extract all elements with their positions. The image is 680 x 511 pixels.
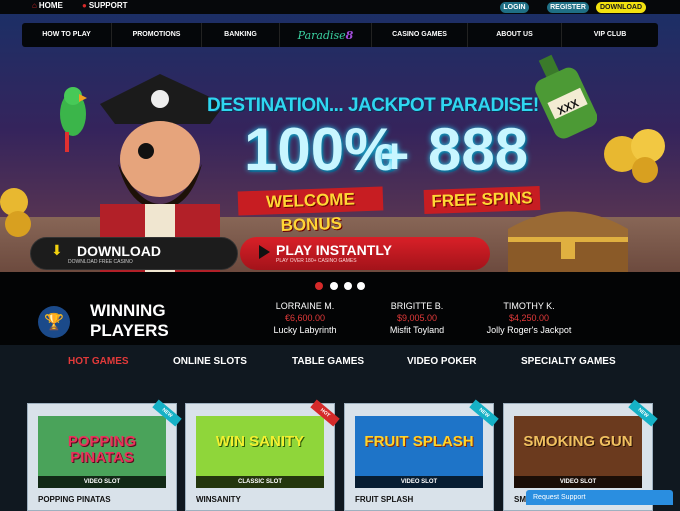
carousel-dot-4[interactable]: [357, 282, 365, 290]
game-name[interactable]: WINSANITY: [196, 495, 241, 504]
winner-name: TIMOTHY K.: [503, 301, 555, 311]
download-button-sub: DOWNLOAD FREE CASINO: [68, 259, 133, 265]
download-icon: ⬇: [51, 242, 63, 258]
winner-entry: BRIGITTE B. $9,005.00 Misfit Toyland: [357, 300, 477, 336]
carousel-dot-3[interactable]: [344, 282, 352, 290]
carousel-dot-1[interactable]: [315, 282, 323, 290]
winning-players-title: WINNING PLAYERS: [90, 301, 169, 340]
login-button[interactable]: LOGIN: [500, 2, 529, 13]
winner-name: LORRAINE M.: [275, 301, 335, 311]
download-top-button[interactable]: DOWNLOAD: [596, 2, 646, 13]
winner-amount: €6,600.00: [284, 313, 326, 323]
welcome-bonus-ribbon: WELCOME BONUS: [237, 186, 384, 235]
play-icon: [259, 245, 270, 259]
tab-video-poker[interactable]: VIDEO POKER: [407, 356, 476, 367]
game-name[interactable]: POPPING PINATAS: [38, 495, 111, 504]
free-spins-ribbon: FREE SPINS: [423, 185, 541, 215]
nav-casino-games[interactable]: CASINO GAMES: [372, 23, 468, 47]
home-icon: ⌂: [32, 1, 37, 10]
tab-specialty-games[interactable]: SPECIALTY GAMES: [521, 356, 616, 367]
winner-entry: LORRAINE M. €6,600.00 Lucky Labyrinth: [245, 300, 365, 336]
download-button-label: DOWNLOAD: [77, 243, 161, 259]
logo-number: 8: [345, 28, 354, 42]
support-label: SUPPORT: [88, 1, 128, 10]
home-link[interactable]: ⌂ HOME: [32, 1, 63, 10]
game-thumbnail[interactable]: SMOKING GUN VIDEO SLOT: [514, 416, 642, 488]
play-instantly-button[interactable]: PLAY INSTANTLY PLAY OVER 180+ CASINO GAM…: [240, 237, 490, 270]
tab-online-slots[interactable]: ONLINE SLOTS: [173, 356, 247, 367]
game-type-tag: VIDEO SLOT: [355, 476, 483, 488]
hero-headline: DESTINATION... JACKPOT PARADISE!: [207, 95, 539, 116]
winner-game[interactable]: Jolly Roger's Jackpot: [469, 324, 589, 336]
game-thumbnail-title: FRUIT SPLASH: [364, 433, 474, 450]
winner-amount: $4,250.00: [508, 313, 550, 323]
nav-vip-club[interactable]: VIP CLUB: [562, 23, 658, 47]
paradise8-logo[interactable]: Paradise 8: [280, 23, 372, 47]
winner-game[interactable]: Lucky Labyrinth: [245, 324, 365, 336]
hero-banner: XXX DESTINATION... JACKPOT PARADISE! 100…: [0, 14, 680, 272]
game-name[interactable]: FRUIT SPLASH: [355, 495, 413, 504]
register-button[interactable]: REGISTER: [547, 2, 589, 13]
bonus-plus: +: [380, 128, 410, 184]
bonus-percent: 100%: [244, 116, 398, 183]
game-card[interactable]: FRUIT SPLASH VIDEO SLOT NEW FRUIT SPLASH: [344, 399, 499, 511]
game-thumbnail[interactable]: WIN SANITY CLASSIC SLOT: [196, 416, 324, 488]
game-type-tag: VIDEO SLOT: [38, 476, 166, 488]
tab-table-games[interactable]: TABLE GAMES: [292, 356, 364, 367]
game-type-tag: VIDEO SLOT: [514, 476, 642, 488]
winner-entry: TIMOTHY K. $4,250.00 Jolly Roger's Jackp…: [469, 300, 589, 336]
game-thumbnail-title: WIN SANITY: [215, 433, 305, 450]
parrot-illustration: [60, 87, 87, 152]
trophy-icon: 🏆: [38, 306, 70, 338]
gold-coins-right: [604, 129, 665, 183]
game-thumbnail[interactable]: POPPING PINATAS VIDEO SLOT: [38, 416, 166, 488]
tab-hot-games[interactable]: HOT GAMES: [68, 356, 129, 367]
game-thumbnail[interactable]: FRUIT SPLASH VIDEO SLOT: [355, 416, 483, 488]
winner-name: BRIGITTE B.: [390, 301, 444, 311]
support-link[interactable]: ● SUPPORT: [82, 1, 128, 10]
gold-coins-left: [0, 188, 31, 237]
game-thumbnail-title: POPPING PINATAS: [67, 433, 137, 466]
winner-game[interactable]: Misfit Toyland: [357, 324, 477, 336]
nav-how-to-play[interactable]: HOW TO PLAY: [22, 23, 112, 47]
play-button-label: PLAY INSTANTLY: [276, 242, 392, 258]
top-bar: ⌂ HOME ● SUPPORT LOGIN REGISTER DOWNLOAD: [0, 0, 680, 14]
game-type-tag: CLASSIC SLOT: [196, 476, 324, 488]
home-label: HOME: [38, 1, 63, 10]
logo-text: Paradise: [297, 28, 346, 42]
nav-promotions[interactable]: PROMOTIONS: [112, 23, 202, 47]
main-nav: HOW TO PLAY PROMOTIONS BANKING Paradise 8…: [22, 23, 658, 47]
winner-amount: $9,005.00: [396, 313, 438, 323]
game-card[interactable]: WIN SANITY CLASSIC SLOT HOT WINSANITY: [185, 399, 340, 511]
download-casino-button[interactable]: ⬇ DOWNLOAD DOWNLOAD FREE CASINO: [30, 237, 238, 270]
nav-about-us[interactable]: ABOUT US: [468, 23, 562, 47]
game-thumbnail-title: SMOKING GUN: [523, 433, 633, 450]
user-icon: ●: [82, 1, 87, 10]
request-support-widget[interactable]: Request Support: [526, 490, 673, 505]
nav-banking[interactable]: BANKING: [202, 23, 280, 47]
play-button-sub: PLAY OVER 180+ CASINO GAMES: [276, 258, 357, 264]
game-card[interactable]: POPPING PINATAS VIDEO SLOT NEW POPPING P…: [27, 399, 182, 511]
game-name[interactable]: SM: [514, 495, 526, 504]
free-spins-number: 888: [428, 116, 529, 183]
carousel-dot-2[interactable]: [330, 282, 338, 290]
